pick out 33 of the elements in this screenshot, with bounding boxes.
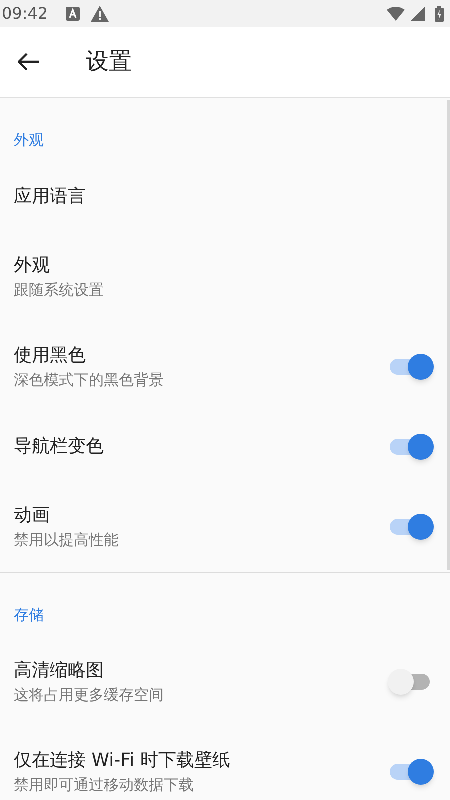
item-title: 仅在连接 Wi-Fi 时下载壁纸 <box>14 749 232 773</box>
status-time: 09:42 <box>2 6 48 22</box>
toggle-switch[interactable] <box>388 434 434 460</box>
settings-item[interactable]: 动画 禁用以提高性能 <box>0 482 450 572</box>
toggle-switch[interactable] <box>388 514 434 540</box>
settings-item[interactable]: 应用语言 <box>0 162 450 232</box>
settings-item[interactable]: 使用黑色 深色模式下的黑色背景 <box>0 322 450 412</box>
item-title: 高清缩略图 <box>14 659 105 683</box>
warning-icon <box>91 6 110 22</box>
item-subtitle: 跟随系统设置 <box>14 280 105 300</box>
page-title: 设置 <box>86 48 132 77</box>
settings-item[interactable]: 外观 跟随系统设置 <box>0 232 450 322</box>
battery-icon <box>435 6 444 22</box>
item-title: 使用黑色 <box>14 344 87 368</box>
toggle-switch[interactable] <box>388 354 434 380</box>
settings-item[interactable]: 仅在连接 Wi-Fi 时下载壁纸 禁用即可通过移动数据下载 <box>0 727 450 800</box>
item-subtitle: 禁用以提高性能 <box>14 530 120 550</box>
notification-icon <box>66 6 80 20</box>
section-header: 外观 <box>14 130 44 150</box>
item-subtitle: 禁用即可通过移动数据下载 <box>14 775 195 795</box>
signal-icon <box>411 6 425 20</box>
item-title: 动画 <box>14 504 51 528</box>
wifi-icon <box>387 6 405 20</box>
item-subtitle: 这将占用更多缓存空间 <box>14 685 165 705</box>
item-title: 应用语言 <box>14 185 87 209</box>
back-arrow-icon <box>18 53 40 71</box>
item-title: 导航栏变色 <box>14 435 105 459</box>
settings-item[interactable]: 导航栏变色 <box>0 412 450 482</box>
item-subtitle: 深色模式下的黑色背景 <box>14 370 165 390</box>
section-header: 存储 <box>14 605 44 625</box>
item-title: 外观 <box>14 254 51 278</box>
settings-item[interactable]: 高清缩略图 这将占用更多缓存空间 <box>0 637 450 727</box>
toggle-switch[interactable] <box>388 759 434 785</box>
